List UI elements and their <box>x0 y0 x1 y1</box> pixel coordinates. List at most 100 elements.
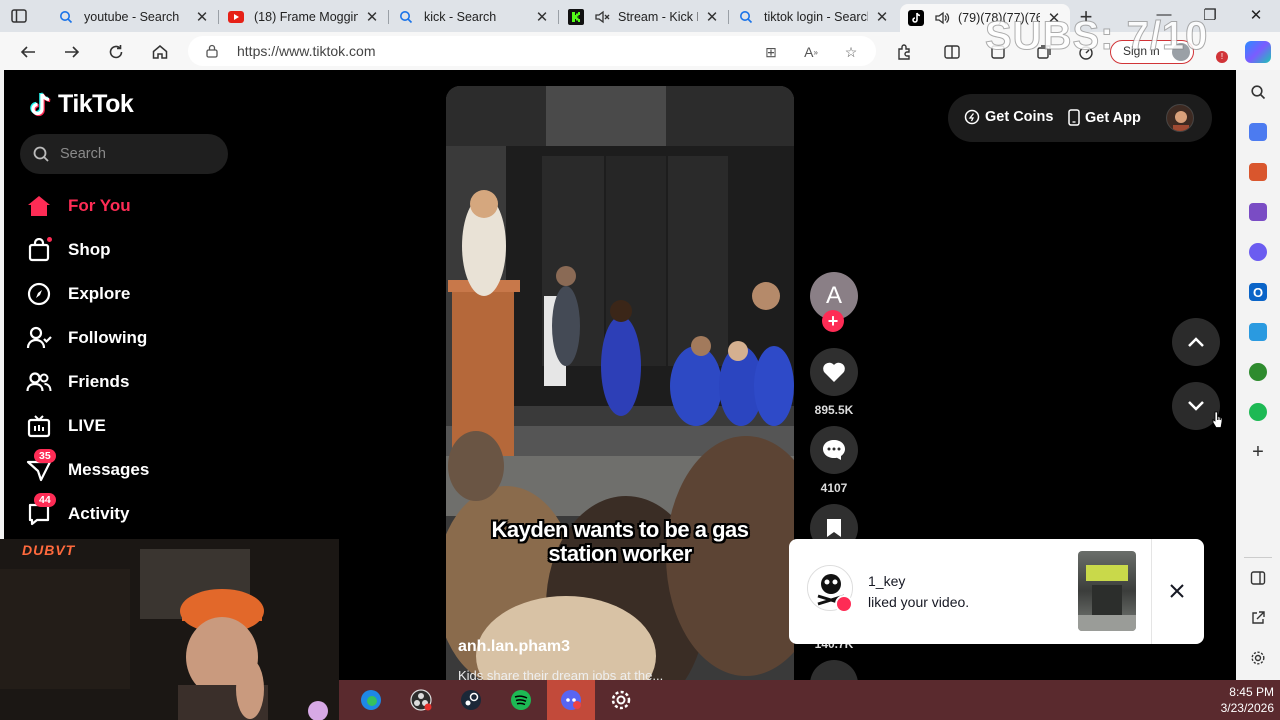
clock-date: 3/23/2026 <box>1220 701 1274 715</box>
refresh-button[interactable] <box>105 41 127 63</box>
sidebar-item-following[interactable]: Following <box>26 323 226 353</box>
close-tab-icon[interactable]: ✕ <box>194 9 210 26</box>
compass-icon <box>26 281 52 307</box>
url-text: https://www.tiktok.com <box>237 43 376 59</box>
close-tab-icon[interactable]: ✕ <box>874 9 890 26</box>
read-aloud-icon[interactable]: A» <box>802 43 820 61</box>
spotify-taskbar-icon[interactable] <box>509 688 533 712</box>
notification-username: 1_key <box>868 573 906 589</box>
like-count: 895.5K <box>814 403 854 417</box>
shopping-bag-icon <box>26 237 52 263</box>
copilot-sidebar-icon[interactable] <box>1249 243 1267 261</box>
share-button[interactable] <box>810 660 858 680</box>
tree-icon[interactable] <box>1249 363 1267 381</box>
shopping-tag-icon[interactable] <box>1249 123 1267 141</box>
home-button[interactable] <box>149 41 171 63</box>
add-icon[interactable]: + <box>1249 441 1267 463</box>
video-caption-line-2: station worker <box>548 541 692 566</box>
get-app-label: Get App <box>1085 109 1141 126</box>
heart-icon <box>823 362 845 382</box>
shop-dot <box>47 237 52 242</box>
tab-kick-search[interactable]: kick - Search ✕ <box>390 4 558 30</box>
like-button[interactable] <box>810 348 858 396</box>
send-icon[interactable] <box>1249 323 1267 341</box>
sidebar-item-friends[interactable]: Friends <box>26 367 226 397</box>
extensions-icon[interactable] <box>894 42 914 62</box>
video-player[interactable]: Kayden wants to be a gas station worker … <box>446 86 794 680</box>
favorite-star-icon[interactable]: ☆ <box>842 43 860 61</box>
sidebar-item-for-you[interactable]: For You <box>26 191 226 221</box>
system-clock[interactable]: 8:45 PM 3/23/2026 <box>1200 684 1274 716</box>
speaker-icon[interactable] <box>934 10 950 26</box>
search-placeholder: Search <box>60 146 106 162</box>
search-icon <box>398 9 414 25</box>
like-notification-toast[interactable]: 1_key liked your video. <box>789 539 1204 644</box>
outlook-icon[interactable]: O <box>1249 283 1267 301</box>
get-coins-button[interactable]: Get Coins <box>964 109 1053 125</box>
bookmark-icon <box>827 519 841 537</box>
muted-speaker-icon[interactable] <box>594 9 610 25</box>
tools-icon[interactable] <box>1249 163 1267 181</box>
split-screen-icon[interactable] <box>942 42 962 62</box>
activity-badge: 44 <box>34 493 56 507</box>
video-author[interactable]: anh.lan.pham3 <box>458 638 570 656</box>
settings-taskbar-icon[interactable] <box>609 688 633 712</box>
sidebar-item-live[interactable]: LIVE <box>26 411 226 441</box>
external-link-icon[interactable] <box>1249 609 1267 627</box>
forward-button[interactable] <box>61 41 83 63</box>
search-icon[interactable] <box>1249 83 1267 101</box>
activity-icon: 44 <box>26 493 56 527</box>
apps-icon[interactable]: ⊞ <box>762 43 780 61</box>
tab-youtube-search[interactable]: youtube - Search ✕ <box>50 4 218 30</box>
sidebar-item-messages[interactable]: 35 Messages <box>26 449 226 485</box>
tiktok-logo[interactable]: TikTok <box>28 90 134 119</box>
phone-icon <box>1068 109 1080 126</box>
tab-separator <box>218 10 219 24</box>
sidebar-item-explore[interactable]: Explore <box>26 279 226 309</box>
video-thumbnail[interactable] <box>1078 551 1136 631</box>
games-icon[interactable] <box>1249 203 1267 221</box>
profile-avatar[interactable] <box>1166 104 1194 132</box>
sidebar-layout-icon[interactable] <box>1249 569 1267 587</box>
coin-icon <box>964 109 980 125</box>
copilot-icon[interactable] <box>1245 41 1271 63</box>
previous-video-button[interactable] <box>1172 318 1220 366</box>
clock-time: 8:45 PM <box>1229 685 1274 699</box>
back-button[interactable] <box>17 41 39 63</box>
sidebar-divider <box>1244 557 1272 558</box>
sidebar-item-shop[interactable]: Shop <box>26 235 226 265</box>
workspaces-icon[interactable] <box>10 7 28 25</box>
tab-title: kick - Search <box>424 10 497 24</box>
video-caption-line-1: Kayden wants to be a gas <box>491 517 749 542</box>
tab-title: youtube - Search <box>84 10 180 24</box>
get-app-button[interactable]: Get App <box>1068 109 1141 126</box>
close-tab-icon[interactable]: ✕ <box>704 9 720 26</box>
user-follow-icon <box>26 325 52 351</box>
spotify-sidebar-icon[interactable] <box>1249 403 1267 421</box>
follow-plus-button[interactable]: + <box>822 310 844 332</box>
search-input[interactable]: Search <box>20 134 228 174</box>
close-tab-icon[interactable]: ✕ <box>534 9 550 26</box>
lock-icon[interactable] <box>206 44 218 58</box>
discord-taskbar-icon[interactable] <box>559 688 583 712</box>
logo-wordmark: TikTok <box>58 90 134 118</box>
steam-taskbar-icon[interactable] <box>459 688 483 712</box>
edge-sidebar: O + <box>1236 70 1280 680</box>
sidebar-item-label: Friends <box>68 372 130 391</box>
webcam-overlay: DUBVT <box>0 539 339 720</box>
tab-tiktok-login-search[interactable]: tiktok login - Search ✕ <box>730 4 898 30</box>
close-window-button[interactable]: ✕ <box>1246 6 1266 24</box>
edge-taskbar-icon[interactable] <box>359 688 383 712</box>
settings-gear-icon[interactable] <box>1249 649 1267 667</box>
tab-kick-stream[interactable]: Stream - Kick D ✕ <box>560 4 728 30</box>
obs-taskbar-icon[interactable] <box>409 688 433 712</box>
messages-badge: 35 <box>34 449 56 463</box>
comment-button[interactable] <box>810 426 858 474</box>
webcam-feed <box>0 539 339 720</box>
tab-youtube-video[interactable]: (18) Frame Mogging ✕ <box>220 4 388 30</box>
close-tab-icon[interactable]: ✕ <box>364 9 380 26</box>
address-bar[interactable]: https://www.tiktok.com ⊞ A» ☆ <box>188 36 876 66</box>
sidebar-item-activity[interactable]: 44 Activity <box>26 493 226 529</box>
close-notification-button[interactable] <box>1165 579 1189 603</box>
sidebar-item-label: Messages <box>68 460 150 479</box>
